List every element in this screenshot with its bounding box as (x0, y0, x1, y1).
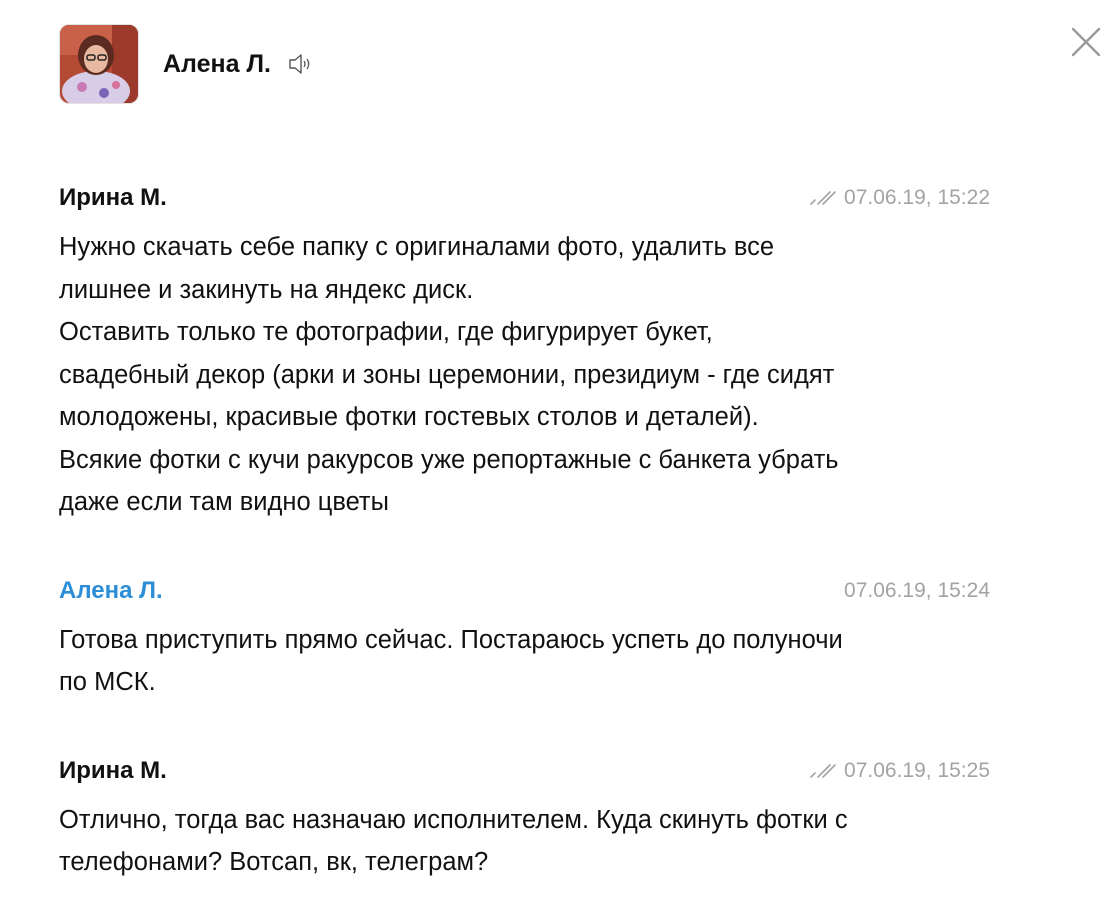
message-author[interactable]: Алена Л. (59, 577, 163, 605)
message-timestamp: 07.06.19, 15:22 (844, 186, 990, 209)
message-timestamp: 07.06.19, 15:25 (844, 758, 990, 782)
message-timestamp: 07.06.19, 15:24 (844, 578, 990, 602)
avatar[interactable] (59, 24, 139, 104)
message-list: Ирина М. 07.06.19, 15:22 Нужно скачать с… (59, 178, 990, 884)
message-item: Ирина М. 07.06.19, 15:25 Отлично, тогда … (59, 751, 990, 884)
message-author[interactable]: Ирина М. (59, 757, 167, 785)
message-meta: 07.06.19, 15:25 (810, 759, 990, 783)
message-item: Ирина М. 07.06.19, 15:22 Нужно скачать с… (59, 178, 990, 524)
message-text: Нужно скачать себе папку с оригиналами ф… (59, 233, 839, 516)
message-text: Отлично, тогда вас назначаю исполнителем… (59, 805, 848, 877)
chat-header: Алена Л. (59, 23, 313, 105)
message-text: Готова приступить прямо сейчас. Постараю… (59, 625, 843, 697)
chat-partner-name: Алена Л. (163, 49, 271, 78)
user-avatar-photo (60, 25, 138, 103)
speaker-icon[interactable] (287, 51, 313, 77)
message-author[interactable]: Ирина М. (59, 184, 167, 212)
read-checkmarks-icon (810, 190, 836, 206)
read-checkmarks-icon (810, 763, 836, 779)
close-icon[interactable] (1068, 24, 1104, 60)
message-item: Алена Л. 07.06.19, 15:24 Готова приступи… (59, 571, 990, 704)
message-meta: 07.06.19, 15:22 (810, 186, 990, 210)
message-meta: 07.06.19, 15:24 (844, 579, 990, 603)
